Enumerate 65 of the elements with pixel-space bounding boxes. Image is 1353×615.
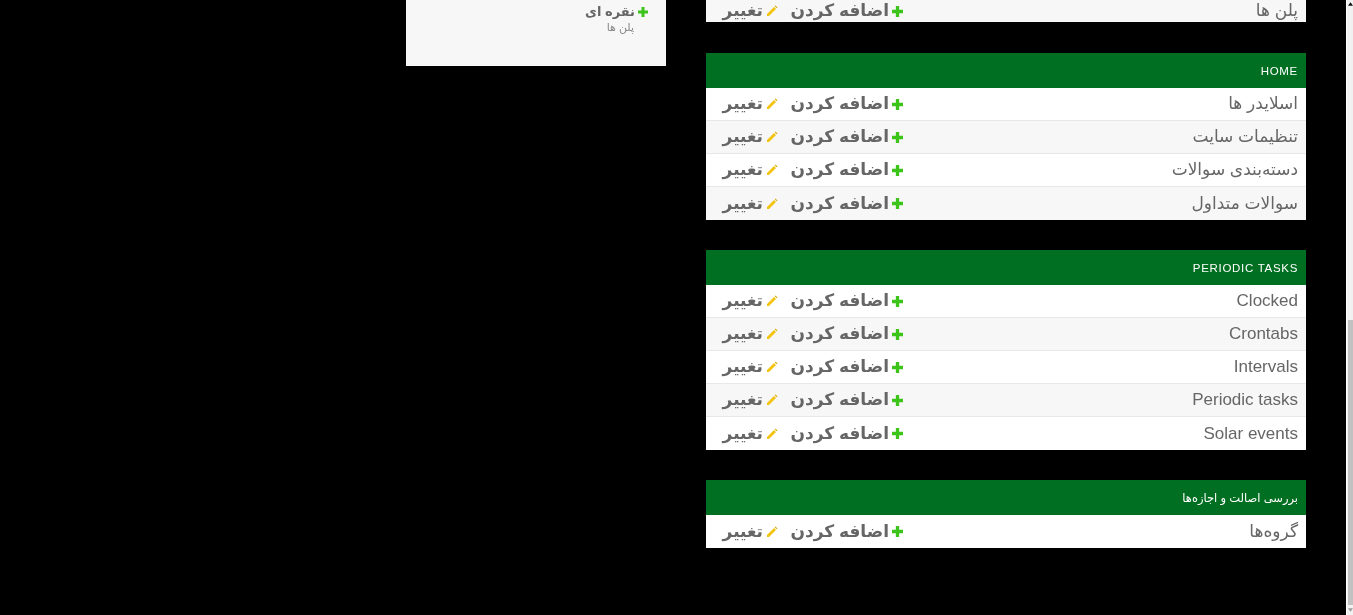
up-arrow-icon[interactable] (1347, 2, 1353, 6)
pencil-icon (766, 328, 778, 340)
model-link[interactable]: Periodic tasks (1192, 390, 1298, 410)
plus-icon (892, 361, 903, 373)
plus-icon (892, 428, 903, 439)
plus-icon (892, 131, 903, 143)
pencil-icon (766, 131, 778, 143)
model-link[interactable]: پلن ها (1255, 1, 1298, 21)
section-title-link[interactable]: بررسی اصالت و اجازه‌ها (1182, 490, 1298, 505)
add-link[interactable]: اضافه کردن (790, 324, 903, 344)
scrollbar-thumb[interactable] (1347, 320, 1353, 605)
pencil-icon (766, 197, 778, 210)
plus-icon (892, 198, 903, 209)
change-link[interactable]: تغییر (722, 423, 778, 444)
add-link[interactable]: اضافه کردن (790, 390, 903, 410)
change-link[interactable]: تغییر (722, 357, 778, 377)
model-link[interactable]: تنظیمات سایت (1192, 127, 1298, 147)
pencil-icon (766, 394, 778, 406)
model-link[interactable]: گروه‌ها (1249, 521, 1298, 542)
add-link[interactable]: اضافه کردن (790, 1, 903, 21)
add-link[interactable]: اضافه کردن (790, 94, 903, 114)
change-link[interactable]: تغییر (722, 193, 778, 214)
pencil-icon (766, 361, 778, 373)
plus-icon (892, 98, 903, 110)
pencil-icon (766, 5, 778, 17)
change-link[interactable]: تغییر (722, 291, 778, 311)
section-title-link[interactable]: PERIODIC TASKS (1192, 260, 1298, 275)
pencil-icon (766, 295, 778, 307)
plus-icon (892, 394, 903, 406)
plus-icon (892, 328, 903, 340)
change-link[interactable]: تغییر (722, 160, 778, 180)
plus-icon (638, 6, 648, 17)
add-link[interactable]: اضافه کردن (790, 193, 903, 214)
add-link[interactable]: اضافه کردن (790, 521, 903, 542)
pencil-icon (766, 98, 778, 110)
change-link[interactable]: تغییر (722, 324, 778, 344)
plus-icon (892, 5, 903, 17)
change-link[interactable]: تغییر (722, 94, 778, 114)
recent-action-link[interactable]: نقره ای (585, 3, 635, 20)
model-link[interactable]: Solar events (1203, 423, 1298, 444)
change-link[interactable]: تغییر (722, 127, 778, 147)
add-link[interactable]: اضافه کردن (790, 160, 903, 180)
section-title-link[interactable]: HOME (1260, 63, 1298, 78)
plus-icon (892, 295, 903, 307)
plus-icon (892, 164, 903, 176)
pencil-icon (766, 427, 778, 440)
add-link[interactable]: اضافه کردن (790, 423, 903, 444)
change-link[interactable]: تغییر (722, 521, 778, 542)
plus-icon (892, 526, 903, 537)
model-link[interactable]: دسته‌بندی سوالات (1171, 160, 1298, 180)
model-link[interactable]: Clocked (1236, 291, 1298, 311)
scrollbar-track[interactable] (1346, 0, 1353, 615)
down-arrow-icon[interactable] (1347, 608, 1353, 612)
pencil-icon (766, 525, 778, 538)
add-link[interactable]: اضافه کردن (790, 357, 903, 377)
content-type-label: پلن ها (606, 20, 634, 34)
model-link[interactable]: Crontabs (1229, 324, 1298, 344)
add-link[interactable]: اضافه کردن (790, 291, 903, 311)
model-link[interactable]: Intervals (1233, 357, 1298, 377)
change-link[interactable]: تغییر (722, 1, 778, 21)
model-link[interactable]: سوالات متداول (1191, 193, 1298, 214)
add-link[interactable]: اضافه کردن (790, 127, 903, 147)
change-link[interactable]: تغییر (722, 390, 778, 410)
pencil-icon (766, 164, 778, 176)
model-link[interactable]: اسلایدر ها (1228, 94, 1298, 114)
